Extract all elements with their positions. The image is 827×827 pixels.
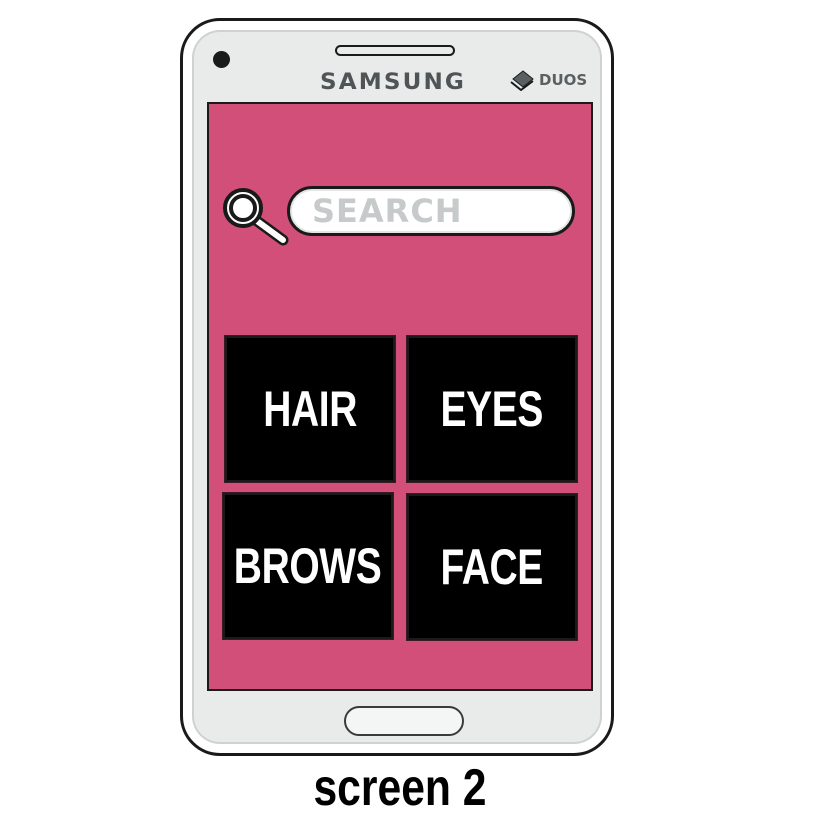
screen-caption: screen 2	[313, 759, 487, 817]
app-screen: SEARCH HAIR EYES BROWS FACE	[207, 102, 593, 691]
tile-label: FACE	[440, 539, 544, 595]
tile-eyes-button[interactable]: EYES	[406, 335, 578, 483]
duos-sim-icon	[510, 70, 534, 91]
tile-label: EYES	[440, 381, 544, 437]
brand-logo: SAMSUNG	[320, 70, 466, 95]
search-icon[interactable]	[219, 184, 295, 248]
front-camera	[213, 51, 230, 68]
tile-face-button[interactable]: FACE	[406, 493, 578, 641]
duos-badge: DUOS	[509, 69, 587, 91]
tile-brows-button[interactable]: BROWS	[222, 492, 394, 640]
tile-label: BROWS	[234, 538, 382, 594]
duos-label: DUOS	[539, 71, 588, 89]
earpiece-speaker	[335, 45, 455, 56]
home-button[interactable]	[344, 706, 464, 736]
search-input[interactable]: SEARCH	[287, 186, 575, 236]
tile-label: HAIR	[263, 381, 357, 437]
tile-hair-button[interactable]: HAIR	[224, 335, 396, 483]
phone-frame: SAMSUNG DUOS SEARCH HAIR EYES BROWS FACE	[180, 18, 614, 756]
